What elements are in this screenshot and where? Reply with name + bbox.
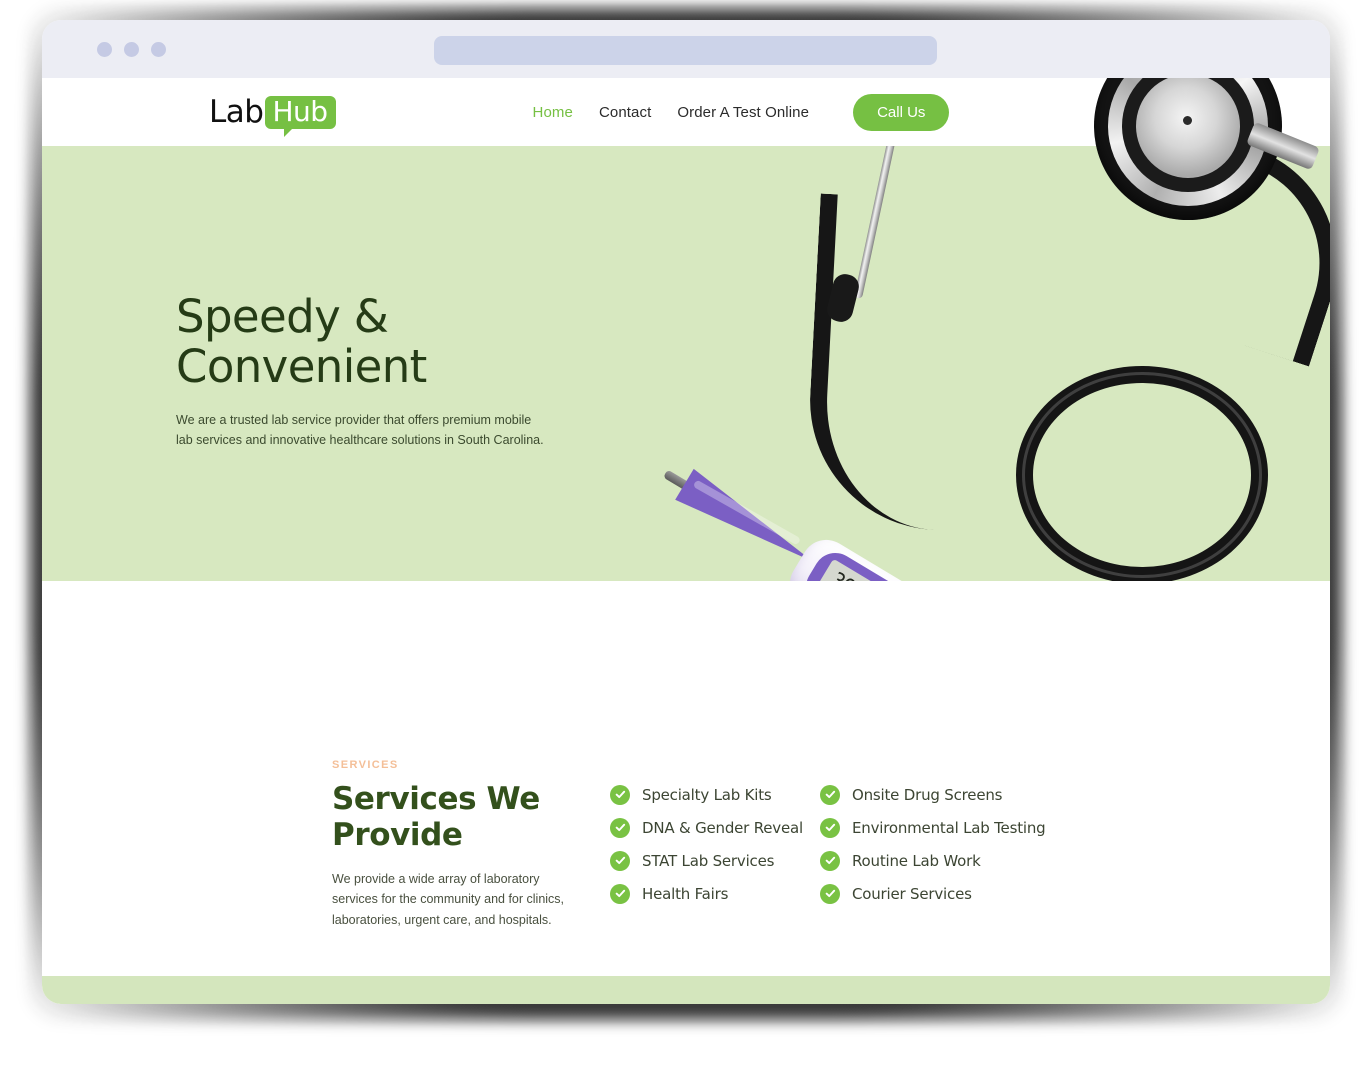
- hero-title: Speedy & Convenient: [176, 290, 427, 394]
- main-nav: Home Contact Order A Test Online Call Us: [533, 93, 950, 131]
- nav-link-contact[interactable]: Contact: [599, 104, 651, 121]
- stethoscope-tube-highlight: [1022, 372, 1262, 578]
- thermometer-probe-highlight: [692, 479, 802, 546]
- services-section: SERVICES Services We Provide We provide …: [42, 581, 1330, 1004]
- check-circle-icon: [610, 850, 630, 871]
- address-bar-input[interactable]: [434, 36, 937, 65]
- service-item-label: Environmental Lab Testing: [852, 818, 1046, 837]
- service-item[interactable]: Routine Lab Work: [820, 844, 1080, 877]
- nav-link-order-a-test-online[interactable]: Order A Test Online: [677, 104, 809, 121]
- close-window-button[interactable]: [97, 41, 112, 57]
- service-item-label: Onsite Drug Screens: [852, 785, 1003, 804]
- check-circle-icon: [820, 883, 840, 904]
- browser-chrome: [42, 20, 1330, 78]
- services-lists: Specialty Lab Kits DNA & Gender Reveal S…: [610, 759, 1080, 931]
- traffic-light-group: [97, 41, 166, 57]
- logo-badge: Hub: [265, 94, 336, 137]
- browser-window: Lab Hub Home Contact Order A Test Online…: [42, 20, 1330, 1004]
- stethoscope-rod-cuff: [824, 271, 862, 325]
- hero-copy: Speedy & Convenient We are a trusted lab…: [176, 290, 576, 450]
- service-item-label: STAT Lab Services: [642, 851, 775, 870]
- brand-logo[interactable]: Lab Hub: [209, 93, 336, 137]
- service-item[interactable]: DNA & Gender Reveal: [610, 811, 820, 844]
- minimize-window-button[interactable]: [124, 41, 139, 57]
- stethoscope-tube-left-arm: [803, 193, 1001, 533]
- check-circle-icon: [610, 784, 630, 805]
- check-circle-icon: [820, 850, 840, 871]
- logo-primary-text: Lab: [209, 93, 264, 130]
- services-column-left: Specialty Lab Kits DNA & Gender Reveal S…: [610, 778, 820, 931]
- services-intro: SERVICES Services We Provide We provide …: [332, 759, 604, 931]
- service-item-label: DNA & Gender Reveal: [642, 818, 803, 837]
- maximize-window-button[interactable]: [151, 41, 166, 57]
- services-column-right: Onsite Drug Screens Environmental Lab Te…: [820, 778, 1080, 931]
- services-heading: Services We Provide: [332, 781, 540, 854]
- service-item-label: Health Fairs: [642, 884, 729, 903]
- stethoscope-stem: [1246, 121, 1320, 171]
- services-content: SERVICES Services We Provide We provide …: [332, 759, 1080, 931]
- stethoscope-diaphragm: [1136, 78, 1240, 178]
- thermometer-probe: [675, 468, 823, 578]
- service-item-label: Specialty Lab Kits: [642, 785, 772, 804]
- hero-section: 36.6 Speedy & Convenient We are a truste…: [42, 78, 1330, 687]
- service-item[interactable]: STAT Lab Services: [610, 844, 820, 877]
- services-eyebrow: SERVICES: [332, 759, 399, 771]
- hero-subtitle: We are a trusted lab service provider th…: [176, 412, 544, 448]
- service-item-label: Routine Lab Work: [852, 851, 981, 870]
- services-description: We provide a wide array of laboratory se…: [332, 871, 565, 928]
- check-circle-icon: [610, 883, 630, 904]
- check-circle-icon: [820, 817, 840, 838]
- thermometer-metal-tip: [663, 469, 692, 492]
- page-viewport: Lab Hub Home Contact Order A Test Online…: [42, 78, 1330, 1004]
- page-bottom-strip: [42, 976, 1330, 1004]
- service-item[interactable]: Specialty Lab Kits: [610, 778, 820, 811]
- service-item[interactable]: Onsite Drug Screens: [820, 778, 1080, 811]
- service-item-label: Courier Services: [852, 884, 972, 903]
- service-item[interactable]: Courier Services: [820, 877, 1080, 910]
- service-item[interactable]: Health Fairs: [610, 877, 820, 910]
- nav-link-home[interactable]: Home: [533, 104, 573, 121]
- stethoscope-chrome-ring: [1108, 78, 1268, 206]
- check-circle-icon: [610, 817, 630, 838]
- stethoscope-inner-ring: [1122, 78, 1254, 192]
- screenshot-scene: Lab Hub Home Contact Order A Test Online…: [0, 0, 1372, 1077]
- logo-badge-text: Hub: [272, 94, 328, 128]
- check-circle-icon: [820, 784, 840, 805]
- stethoscope-chestpiece: [1094, 78, 1282, 220]
- stethoscope-tube-loop: [1016, 366, 1268, 584]
- stethoscope-tube-right-arm: [1166, 139, 1330, 367]
- service-item[interactable]: Environmental Lab Testing: [820, 811, 1080, 844]
- call-us-button[interactable]: Call Us: [853, 93, 950, 131]
- site-header: Lab Hub Home Contact Order A Test Online…: [42, 78, 1042, 146]
